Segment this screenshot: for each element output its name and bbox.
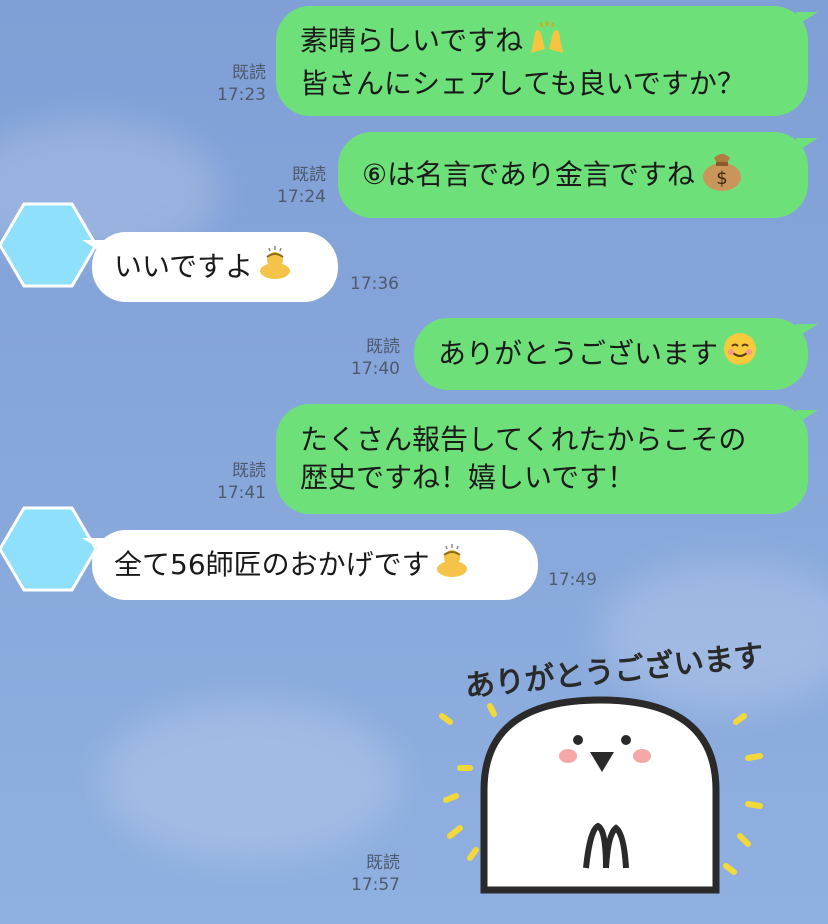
money-bag-icon: $ [699,148,745,202]
incoming-message-bubble[interactable]: 全て56師匠のおかげです [82,530,538,600]
message-text: ⑥は名言であり金言ですね [362,158,695,191]
message-text: いいですよ [114,250,254,283]
bowing-person-icon [434,543,470,587]
message-meta: 既読 17:40 [336,336,400,380]
read-receipt: 既読 [232,63,266,83]
message-meta: 既読 17:41 [200,460,266,504]
timestamp: 17:24 [277,187,326,207]
timestamp: 17:41 [217,483,266,503]
timestamp: 17:57 [351,875,400,895]
sticker-message[interactable]: ありがとうございます [430,638,810,900]
message-text: 全て56師匠のおかげです [114,548,430,581]
smiling-face-icon [722,331,758,377]
message-text: 皆さんにシェアしても良いですか？ [300,67,745,100]
outgoing-message-bubble[interactable]: たくさん報告してくれたからこその 歴史ですね！嬉しいです！ [276,404,818,514]
read-receipt: 既読 [366,853,400,873]
timestamp: 17:23 [217,85,266,105]
read-receipt: 既読 [292,165,326,185]
timestamp: 17:49 [548,570,597,590]
message-meta: 既読 17:24 [262,164,326,208]
bowing-person-icon [257,245,293,289]
incoming-message-bubble[interactable]: いいですよ [82,232,338,302]
background-cloud [100,700,400,860]
outgoing-message-bubble[interactable]: 素晴らしいですね 皆さんにシェアしても良いですか？ [276,6,818,116]
message-text: たくさん報告してくれたからこその [300,423,747,456]
outgoing-message-bubble[interactable]: ありがとうございます [414,318,818,390]
outgoing-message-bubble[interactable]: ⑥は名言であり金言ですね $ [338,132,818,218]
read-receipt: 既読 [366,337,400,357]
read-receipt: 既読 [232,461,266,481]
raised-hands-icon [527,19,567,65]
message-text: 素晴らしいですね [300,24,524,57]
message-text: 歴史ですね！嬉しいです！ [300,461,636,494]
message-meta: 既読 17:23 [200,62,266,106]
message-text: ありがとうございます [438,337,719,370]
timestamp: 17:36 [350,274,399,294]
svg-text:$: $ [716,168,727,189]
timestamp: 17:40 [351,359,400,379]
message-meta: 既読 17:57 [336,852,400,896]
